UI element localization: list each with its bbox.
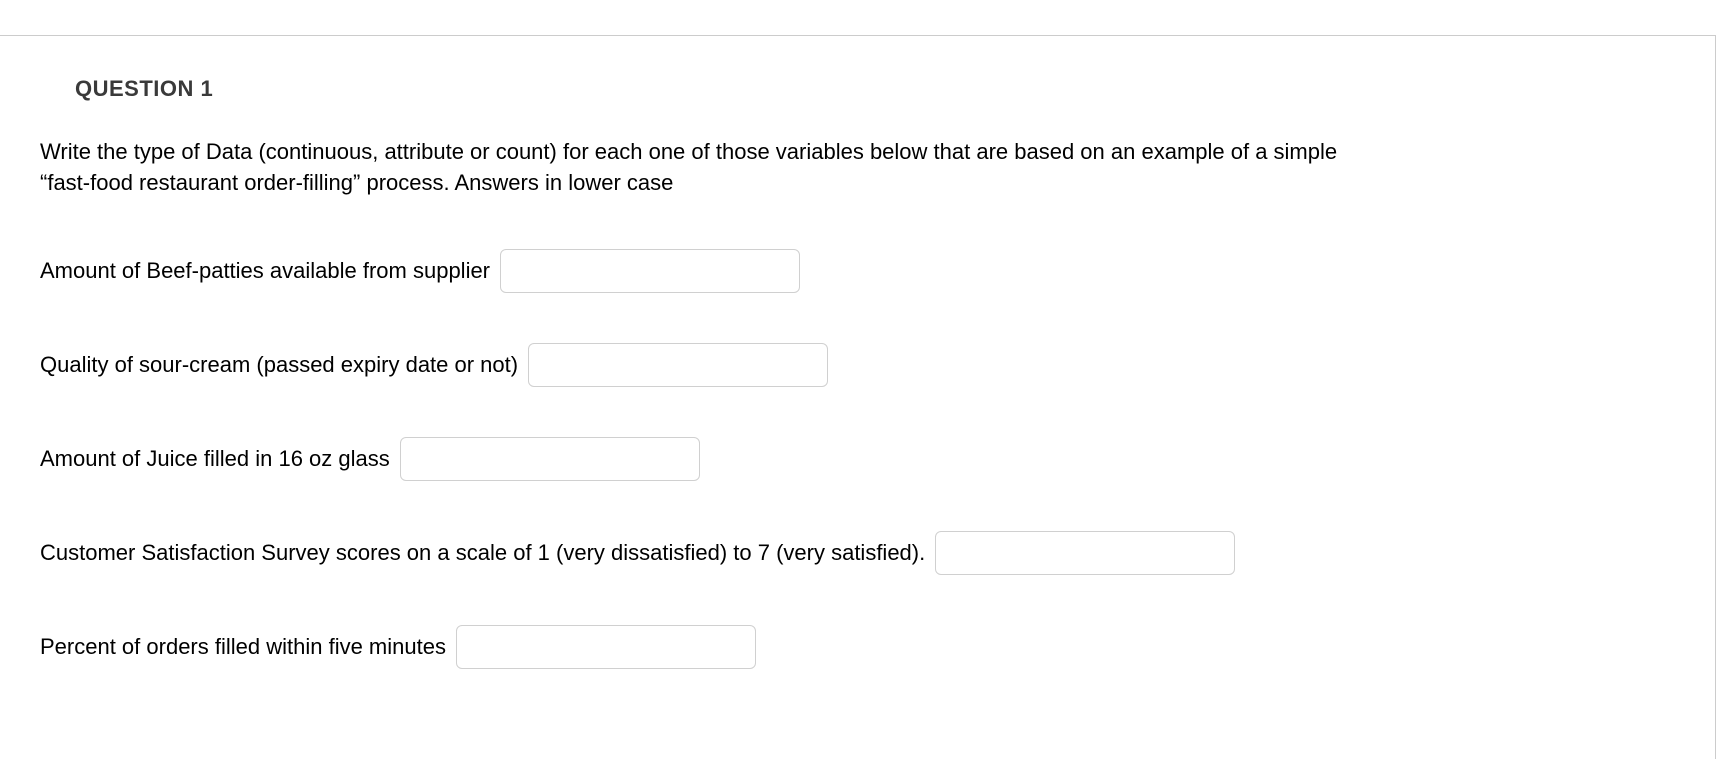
item-row: Amount of Beef-patties available from su… (40, 249, 1675, 293)
item-label: Customer Satisfaction Survey scores on a… (40, 540, 925, 566)
answer-input-satisfaction[interactable] (935, 531, 1235, 575)
item-row: Amount of Juice filled in 16 oz glass (40, 437, 1675, 481)
item-label: Amount of Beef-patties available from su… (40, 258, 490, 284)
answer-input-beef-patties[interactable] (500, 249, 800, 293)
question-container: QUESTION 1 Write the type of Data (conti… (0, 36, 1715, 759)
top-divider: QUESTION 1 Write the type of Data (conti… (0, 35, 1716, 759)
item-row: Quality of sour-cream (passed expiry dat… (40, 343, 1675, 387)
question-prompt: Write the type of Data (continuous, attr… (40, 137, 1390, 199)
item-label: Amount of Juice filled in 16 oz glass (40, 446, 390, 472)
answer-input-sour-cream[interactable] (528, 343, 828, 387)
item-label: Percent of orders filled within five min… (40, 634, 446, 660)
question-title: QUESTION 1 (75, 76, 1675, 102)
item-label: Quality of sour-cream (passed expiry dat… (40, 352, 518, 378)
item-row: Percent of orders filled within five min… (40, 625, 1675, 669)
item-row: Customer Satisfaction Survey scores on a… (40, 531, 1675, 575)
answer-input-juice[interactable] (400, 437, 700, 481)
answer-input-percent-orders[interactable] (456, 625, 756, 669)
